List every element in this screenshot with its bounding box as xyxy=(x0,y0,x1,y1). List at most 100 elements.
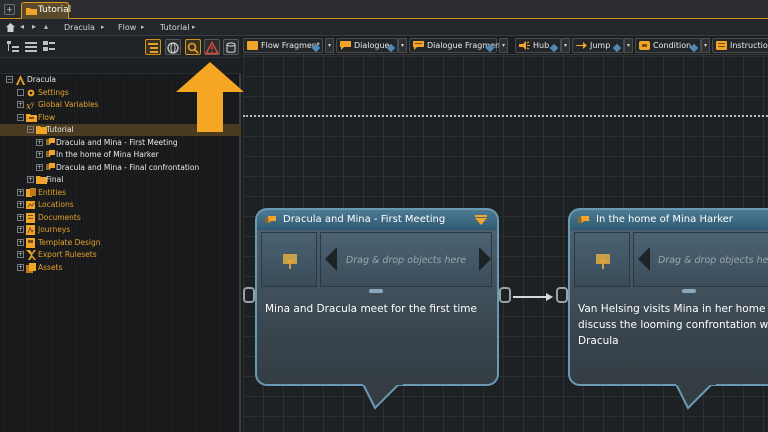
expand-toggle[interactable]: + xyxy=(17,189,24,196)
toolbar-condition[interactable]: Condition xyxy=(635,38,701,53)
expand-toggle[interactable]: + xyxy=(17,101,24,108)
node-header[interactable]: In the home of Mina Harker xyxy=(568,208,768,230)
expand-toggle[interactable]: + xyxy=(17,226,24,233)
toolbar-flow-fragment[interactable]: Flow Fragment xyxy=(243,38,323,53)
globe-icon xyxy=(167,42,179,54)
globe-button[interactable] xyxy=(165,39,181,55)
chevron-down-icon[interactable] xyxy=(475,215,487,225)
dialogue-node-home-of-mina[interactable]: In the home of Mina Harker Drag & drop o… xyxy=(568,208,768,410)
arrow-right-icon[interactable] xyxy=(479,247,491,271)
node-title: In the home of Mina Harker xyxy=(596,214,733,225)
toolbar-jump[interactable]: Jump xyxy=(572,38,624,53)
tree-node-final[interactable]: + Final xyxy=(0,174,241,186)
tree-node-template-design[interactable]: + Template Design xyxy=(0,237,241,249)
journeys-icon xyxy=(26,225,35,235)
dropdown-toggle[interactable]: ▾ xyxy=(398,38,407,53)
svg-text:y: y xyxy=(30,101,35,108)
dropdown-toggle[interactable]: ▾ xyxy=(325,38,334,53)
toolbar-dialogue[interactable]: Dialogue xyxy=(336,38,398,53)
tree-node-first-meeting[interactable]: + Dracula and Mina - First Meeting xyxy=(0,137,241,149)
drag-handle-icon[interactable] xyxy=(549,43,559,53)
dialogue-flag-icon xyxy=(265,216,276,223)
gear-icon xyxy=(27,89,35,97)
expand-toggle[interactable]: + xyxy=(36,139,43,146)
warnings-button[interactable] xyxy=(204,39,220,55)
hierarchy-filter-button[interactable] xyxy=(145,39,161,55)
resize-grip[interactable] xyxy=(682,289,696,293)
arrow-left-icon[interactable] xyxy=(325,247,337,271)
expand-toggle[interactable]: + xyxy=(36,151,43,158)
dialogue-node-first-meeting[interactable]: Dracula and Mina - First Meeting Drag & … xyxy=(255,208,499,410)
expand-toggle[interactable]: + xyxy=(17,214,24,221)
tree-node-home-of-mina[interactable]: + In the home of Mina Harker xyxy=(0,149,241,161)
node-title: Dracula and Mina - First Meeting xyxy=(283,214,446,225)
home-icon[interactable] xyxy=(6,23,15,32)
tab-tutorial[interactable]: Tutorial xyxy=(21,2,72,19)
node-text[interactable]: Mina and Dracula meet for the first time xyxy=(265,301,493,317)
node-header[interactable]: Dracula and Mina - First Meeting xyxy=(255,208,499,230)
search-icon xyxy=(187,42,199,54)
tree-node-journeys[interactable]: + Journeys xyxy=(0,224,241,236)
tree-node-entities[interactable]: + Entities xyxy=(0,187,241,199)
input-pin[interactable] xyxy=(243,287,255,303)
dropdown-toggle[interactable]: ▾ xyxy=(624,38,633,53)
node-text[interactable]: Van Helsing visits Mina in her home disc… xyxy=(578,301,768,349)
tab-title: Tutorial xyxy=(38,5,72,15)
node-text-line: Dracula xyxy=(578,335,619,347)
back-icon[interactable]: ◂ xyxy=(20,22,24,31)
project-icon xyxy=(16,75,25,85)
drag-handle-icon[interactable] xyxy=(612,43,622,53)
tree-node-export-rulesets[interactable]: + Export Rulesets xyxy=(0,249,241,261)
menu-button[interactable]: + xyxy=(4,4,15,15)
tree-node-assets[interactable]: + Assets xyxy=(0,262,241,274)
expand-toggle[interactable]: + xyxy=(17,251,24,258)
details-view-icon[interactable] xyxy=(41,39,57,55)
expand-toggle[interactable]: + xyxy=(17,201,24,208)
expand-toggle[interactable]: + xyxy=(36,164,43,171)
dropdown-toggle[interactable]: ▾ xyxy=(701,38,710,53)
database-icon xyxy=(226,42,236,53)
expand-toggle[interactable]: + xyxy=(17,239,24,246)
jump-icon xyxy=(576,42,587,49)
collapse-toggle[interactable]: − xyxy=(6,76,13,83)
dropdown-toggle[interactable]: ▾ xyxy=(499,38,508,53)
search-button[interactable] xyxy=(185,39,201,55)
tree-node-final-confrontation[interactable]: + Dracula and Mina - Final confrontation xyxy=(0,162,241,174)
drag-handle-icon[interactable] xyxy=(386,43,396,53)
dropdown-toggle[interactable]: ▾ xyxy=(561,38,570,53)
list-view-icon[interactable] xyxy=(23,39,39,55)
forward-icon[interactable]: ▸ xyxy=(32,22,36,31)
breadcrumb-item-tutorial[interactable]: Tutorial xyxy=(160,23,189,32)
flow-canvas[interactable]: Flow Fragment ▾ Dialogue ▾ Dialogue Frag… xyxy=(243,36,768,432)
up-icon[interactable]: ▴ xyxy=(44,22,48,31)
drag-drop-zone[interactable]: Drag & drop objects here xyxy=(320,232,492,287)
speaker-slot[interactable] xyxy=(574,232,630,287)
expand-toggle[interactable]: + xyxy=(17,264,24,271)
output-pin[interactable] xyxy=(499,287,511,303)
toolbar-label: Condition xyxy=(653,41,692,50)
expand-toggle[interactable]: + xyxy=(27,176,34,183)
toolbar-instruction[interactable]: Instruction xyxy=(712,38,768,53)
collapse-toggle[interactable]: − xyxy=(27,126,34,133)
input-pin[interactable] xyxy=(556,287,568,303)
arrow-up-icon xyxy=(176,62,244,132)
drag-drop-zone[interactable]: Drag & drop objects here xyxy=(633,232,768,287)
breadcrumb-item-flow[interactable]: Flow xyxy=(118,23,136,32)
breadcrumb-item-dracula[interactable]: Dracula xyxy=(64,23,95,32)
entities-icon xyxy=(26,188,36,197)
tree-label: Journeys xyxy=(38,225,71,234)
expand-toggle[interactable] xyxy=(17,89,24,96)
toolbar-hub[interactable]: Hub xyxy=(515,38,561,53)
collapse-toggle[interactable]: − xyxy=(17,114,24,121)
tree-view-icon[interactable] xyxy=(5,39,21,55)
speaker-slot[interactable] xyxy=(261,232,317,287)
tree-node-locations[interactable]: + Locations xyxy=(0,199,241,211)
resize-grip[interactable] xyxy=(369,289,383,293)
drag-handle-icon[interactable] xyxy=(689,43,699,53)
tree-label: Dracula and Mina - Final confrontation xyxy=(56,163,200,172)
arrow-left-icon[interactable] xyxy=(638,247,650,271)
connection-line[interactable] xyxy=(513,296,546,298)
toolbar-dialogue-fragment[interactable]: Dialogue Fragment xyxy=(409,38,503,53)
storage-button[interactable] xyxy=(223,39,239,55)
tree-node-documents[interactable]: + Documents xyxy=(0,212,241,224)
